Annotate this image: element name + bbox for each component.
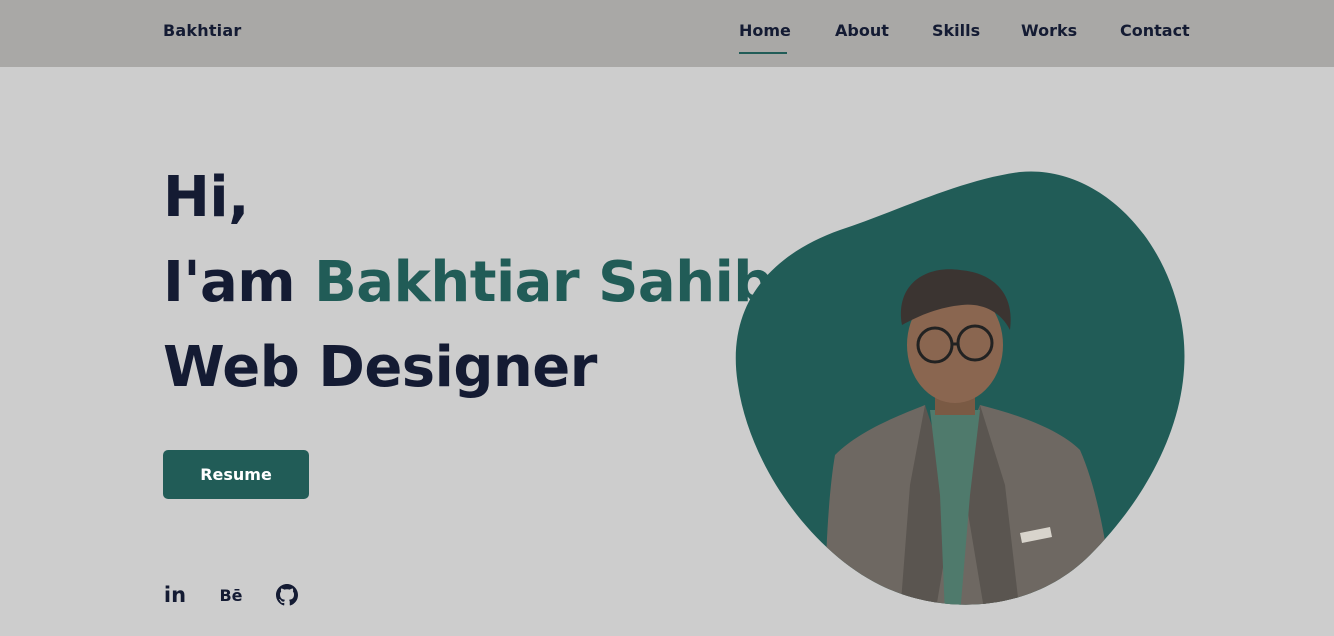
site-header: Bakhtiar Home About Skills Works Contact (0, 0, 1334, 67)
nav-works[interactable]: Works (1021, 21, 1077, 40)
hero-role: Web Designer (163, 335, 597, 400)
nav-home[interactable]: Home (739, 21, 791, 40)
profile-photo (735, 171, 1185, 605)
behance-icon[interactable]: Bē (218, 582, 244, 608)
resume-button[interactable]: Resume (163, 450, 309, 499)
profile-photo-blob (730, 165, 1196, 615)
nav-skills[interactable]: Skills (932, 21, 980, 40)
github-icon[interactable] (275, 582, 299, 608)
linkedin-icon[interactable]: in (163, 582, 187, 608)
github-icon-glyph (276, 584, 298, 606)
hero-intro: I'am Bakhtiar Sahib (163, 255, 773, 311)
main-nav: Home About Skills Works Contact (0, 0, 1334, 67)
hero-intro-prefix: I'am (163, 250, 296, 315)
nav-about[interactable]: About (835, 21, 889, 40)
hero-name: Bakhtiar Sahib (314, 250, 773, 315)
hero-greeting: Hi, (163, 165, 249, 230)
nav-contact[interactable]: Contact (1120, 21, 1190, 40)
active-nav-indicator (739, 52, 787, 54)
